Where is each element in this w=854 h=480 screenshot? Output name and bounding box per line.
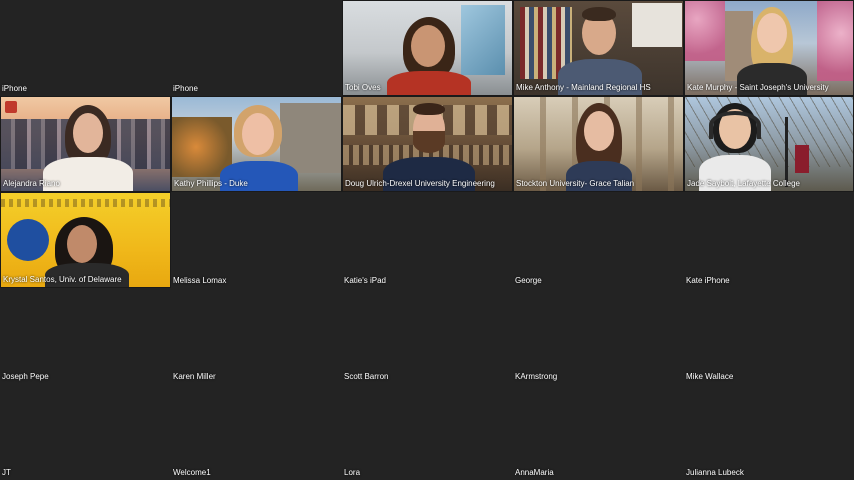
participant-video-tile[interactable]: Krystal Santos, Univ. of Delaware	[0, 192, 171, 288]
participant-name: Scott Barron	[344, 372, 389, 381]
person-face	[584, 111, 614, 151]
participant-name: George	[515, 276, 542, 285]
person-face	[242, 113, 274, 155]
participant-tile[interactable]: JT	[0, 384, 171, 480]
participant-name: KArmstrong	[515, 372, 558, 381]
participant-name: iPhone	[2, 84, 27, 93]
participant-name: Mike Anthony - Mainland Regional HS	[516, 83, 651, 92]
participant-tile[interactable]: Welcome1	[171, 384, 342, 480]
participant-name: Kate Murphy - Saint Joseph's University	[687, 83, 829, 92]
person-face	[73, 113, 103, 153]
person-body	[387, 71, 471, 95]
gothic-building	[280, 103, 341, 173]
participant-name: Melissa Lomax	[173, 276, 227, 285]
participant-tile[interactable]: iPhone	[0, 0, 171, 96]
participant-name: Stockton University- Grace Talian	[516, 179, 635, 188]
participant-tile[interactable]: Joseph Pepe	[0, 288, 171, 384]
participant-video-tile[interactable]: Kate Murphy - Saint Joseph's University	[684, 0, 854, 96]
participant-tile[interactable]: Scott Barron	[342, 288, 513, 384]
participant-name: Kate iPhone	[686, 276, 730, 285]
participant-tile[interactable]: iPhone	[171, 0, 342, 96]
participant-tile[interactable]: Melissa Lomax	[171, 192, 342, 288]
participant-name: Tobi Oves	[345, 83, 381, 92]
lamp-post	[785, 117, 788, 187]
participant-tile[interactable]: Karen Miller	[171, 288, 342, 384]
participant-tile[interactable]: Kate iPhone	[684, 192, 854, 288]
headphones-icon	[709, 111, 761, 139]
participant-name: Karen Miller	[173, 372, 216, 381]
window-panel	[461, 5, 505, 75]
participant-name: Joseph Pepe	[2, 372, 49, 381]
cherry-blossoms-left	[685, 1, 725, 61]
participant-name: Jade Saybolt, Lafayette College	[687, 179, 800, 188]
participant-name: Alejandra Riano	[3, 179, 60, 188]
university-logo	[7, 219, 49, 261]
gallery-view: iPhone iPhone Tobi Oves Mike Anthony - M…	[0, 0, 854, 480]
participant-tile[interactable]: Julianna Lubeck	[684, 384, 854, 480]
participant-name: AnnaMaria	[515, 468, 554, 477]
participant-name: Welcome1	[173, 468, 211, 477]
participant-name: Doug Ulrich-Drexel University Engineerin…	[345, 179, 495, 188]
participant-tile[interactable]: AnnaMaria	[513, 384, 684, 480]
participant-tile[interactable]: Lora	[342, 384, 513, 480]
lafayette-banner	[795, 145, 809, 173]
person-hair	[413, 103, 445, 115]
participant-video-tile[interactable]: Tobi Oves	[342, 0, 513, 96]
logo-mark	[5, 101, 17, 113]
participant-tile[interactable]: Mike Wallace	[684, 288, 854, 384]
person-face	[757, 13, 787, 53]
participant-video-tile[interactable]: Jade Saybolt, Lafayette College	[684, 96, 854, 192]
banner-strip	[1, 199, 170, 207]
participant-tile[interactable]: George	[513, 192, 684, 288]
participant-tile[interactable]: KArmstrong	[513, 288, 684, 384]
participant-name: Mike Wallace	[686, 372, 734, 381]
participant-video-tile[interactable]: Alejandra Riano	[0, 96, 171, 192]
person-face	[411, 25, 445, 67]
person-face	[67, 225, 97, 263]
participant-name: Julianna Lubeck	[686, 468, 744, 477]
participant-name: Kathy Phillips - Duke	[174, 179, 248, 188]
participant-tile[interactable]: Katie's iPad	[342, 192, 513, 288]
participant-name: Katie's iPad	[344, 276, 386, 285]
participant-video-tile[interactable]: Mike Anthony - Mainland Regional HS	[513, 0, 684, 96]
participant-video-tile[interactable]: Kathy Phillips - Duke	[171, 96, 342, 192]
participant-name: JT	[2, 468, 11, 477]
wall-board	[632, 3, 682, 47]
participant-name: iPhone	[173, 84, 198, 93]
participant-name: Krystal Santos, Univ. of Delaware	[3, 275, 122, 284]
person-hair	[582, 7, 616, 21]
participant-name: Lora	[344, 468, 361, 477]
cherry-blossoms-right	[817, 1, 853, 81]
person-beard	[413, 131, 445, 153]
participant-video-tile[interactable]: Doug Ulrich-Drexel University Engineerin…	[342, 96, 513, 192]
participant-video-tile[interactable]: Stockton University- Grace Talian	[513, 96, 684, 192]
